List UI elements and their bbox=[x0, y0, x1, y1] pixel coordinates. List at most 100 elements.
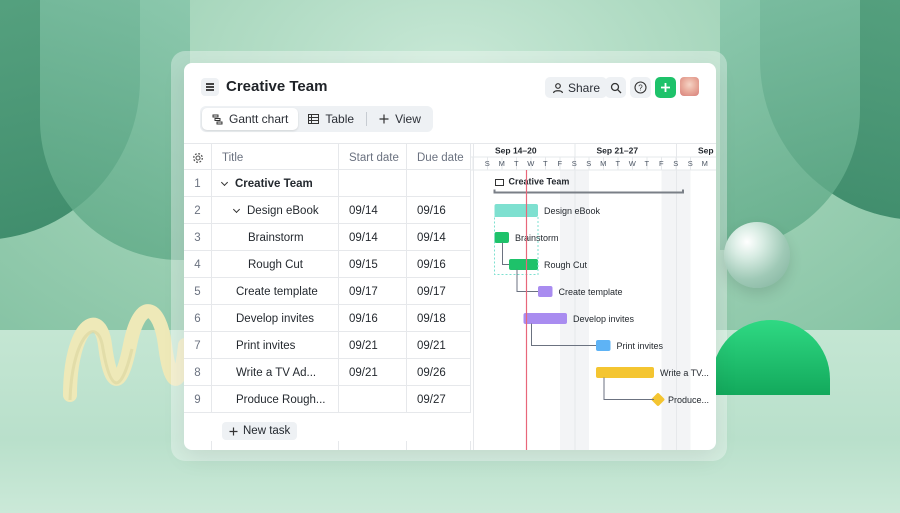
tab-label: Gantt chart bbox=[229, 112, 289, 126]
new-task-button[interactable]: New task bbox=[222, 422, 298, 440]
due-date-cell[interactable]: 09/16 bbox=[407, 251, 471, 278]
svg-text:?: ? bbox=[638, 84, 643, 93]
due-date-cell[interactable]: 09/27 bbox=[407, 386, 471, 413]
table-row[interactable]: 7 Print invites 09/21 09/21 bbox=[184, 332, 471, 359]
task-title: Design eBook bbox=[247, 204, 319, 217]
tab-divider bbox=[366, 112, 368, 126]
day-label: F bbox=[557, 159, 562, 168]
tab-table[interactable]: Table bbox=[298, 108, 364, 130]
gantt-bar-label: Create template bbox=[559, 287, 623, 297]
decor-glass-sphere bbox=[724, 222, 790, 288]
gantt-bar bbox=[494, 204, 538, 217]
due-date-cell[interactable]: 09/16 bbox=[407, 197, 471, 224]
view-tabs: Gantt chart Table View bbox=[200, 106, 433, 132]
new-task-label: New task bbox=[243, 425, 291, 437]
chevron-down-icon[interactable] bbox=[232, 205, 241, 213]
task-title: Creative Team bbox=[235, 177, 313, 190]
table-row[interactable]: 1 Creative Team bbox=[184, 170, 471, 197]
day-label: S bbox=[673, 159, 678, 168]
task-title-cell[interactable]: Design eBook bbox=[212, 197, 339, 224]
gantt-canvas: Sep 14–20Sep 21–27Sep 2SMTWTFSSMTWTFSSMC… bbox=[471, 143, 716, 450]
table-row[interactable]: 2 Design eBook 09/14 09/16 bbox=[184, 197, 471, 224]
table-row[interactable]: 5 Create template 09/17 09/17 bbox=[184, 278, 471, 305]
start-date-cell[interactable]: 09/15 bbox=[339, 251, 407, 278]
share-button[interactable]: Share bbox=[545, 77, 608, 98]
menu-button[interactable] bbox=[201, 78, 219, 96]
row-number: 9 bbox=[184, 386, 212, 413]
gantt-bar bbox=[596, 340, 611, 351]
table-row[interactable]: 6 Develop invites 09/16 09/18 bbox=[184, 305, 471, 332]
start-date-cell[interactable]: 09/17 bbox=[339, 278, 407, 305]
task-title-cell[interactable]: Produce Rough... bbox=[212, 386, 339, 413]
chevron-down-icon[interactable] bbox=[220, 178, 229, 186]
task-title: Print invites bbox=[236, 339, 296, 352]
gantt-bar-label: Design eBook bbox=[544, 206, 601, 216]
day-label: S bbox=[572, 159, 577, 168]
column-header-due-date[interactable]: Due date bbox=[407, 144, 471, 171]
task-title-cell[interactable]: Create template bbox=[212, 278, 339, 305]
gantt-bar-label: Write a TV... bbox=[660, 368, 709, 378]
start-date-cell[interactable]: 09/16 bbox=[339, 305, 407, 332]
task-title-cell[interactable]: Write a TV Ad... bbox=[212, 359, 339, 386]
start-date-cell[interactable]: 09/21 bbox=[339, 359, 407, 386]
start-date-cell[interactable]: 09/14 bbox=[339, 224, 407, 251]
day-label: T bbox=[644, 159, 649, 168]
plus-icon bbox=[229, 427, 238, 435]
gantt-bar-label: Rough Cut bbox=[544, 260, 588, 270]
task-grid: Title Start date Due date 1 Creative Team… bbox=[184, 143, 471, 450]
column-header-title[interactable]: Title bbox=[212, 144, 339, 171]
day-label: S bbox=[485, 159, 490, 168]
folder-icon bbox=[495, 179, 504, 186]
row-number: 4 bbox=[184, 251, 212, 278]
help-button[interactable]: ? bbox=[630, 77, 651, 98]
task-title: Brainstorm bbox=[248, 231, 304, 244]
day-label: T bbox=[615, 159, 620, 168]
day-label: S bbox=[688, 159, 693, 168]
week-label: Sep 21–27 bbox=[597, 146, 639, 156]
search-button[interactable] bbox=[605, 77, 626, 98]
table-row[interactable]: 8 Write a TV Ad... 09/21 09/26 bbox=[184, 359, 471, 386]
due-date-cell[interactable]: 09/18 bbox=[407, 305, 471, 332]
due-date-cell[interactable]: 09/26 bbox=[407, 359, 471, 386]
task-title-cell[interactable]: Creative Team bbox=[212, 170, 339, 197]
day-label: W bbox=[629, 159, 637, 168]
row-number: 3 bbox=[184, 224, 212, 251]
question-icon: ? bbox=[634, 81, 647, 94]
day-label: T bbox=[543, 159, 548, 168]
gantt-bar bbox=[538, 286, 553, 297]
tab-gantt-chart[interactable]: Gantt chart bbox=[202, 108, 299, 130]
table-row[interactable]: 4 Rough Cut 09/15 09/16 bbox=[184, 251, 471, 278]
due-date-cell[interactable]: 09/17 bbox=[407, 278, 471, 305]
task-title-cell[interactable]: Rough Cut bbox=[212, 251, 339, 278]
table-row[interactable]: 9 Produce Rough... 09/27 bbox=[184, 386, 471, 413]
row-number: 2 bbox=[184, 197, 212, 224]
person-icon bbox=[552, 82, 564, 93]
start-date-cell[interactable] bbox=[339, 170, 407, 197]
task-title: Write a TV Ad... bbox=[236, 366, 317, 379]
column-settings-button[interactable] bbox=[184, 144, 212, 171]
task-title-cell[interactable]: Brainstorm bbox=[212, 224, 339, 251]
gantt-bar-label: Print invites bbox=[617, 341, 664, 351]
start-date-cell[interactable]: 09/21 bbox=[339, 332, 407, 359]
day-label: T bbox=[514, 159, 519, 168]
due-date-cell[interactable]: 09/21 bbox=[407, 332, 471, 359]
gantt-icon bbox=[212, 114, 223, 124]
table-row[interactable]: 3 Brainstorm 09/14 09/14 bbox=[184, 224, 471, 251]
user-avatar[interactable] bbox=[680, 77, 699, 96]
add-button[interactable] bbox=[655, 77, 676, 98]
start-date-cell[interactable] bbox=[339, 386, 407, 413]
gantt-bar bbox=[596, 367, 654, 378]
due-date-cell[interactable]: 09/14 bbox=[407, 224, 471, 251]
due-date-cell[interactable] bbox=[407, 170, 471, 197]
column-header-start-date[interactable]: Start date bbox=[339, 144, 407, 171]
add-view-button[interactable]: View bbox=[369, 108, 431, 130]
start-date-cell[interactable]: 09/14 bbox=[339, 197, 407, 224]
gantt-bar-label: Brainstorm bbox=[515, 233, 559, 243]
task-title-cell[interactable]: Develop invites bbox=[212, 305, 339, 332]
day-label: F bbox=[659, 159, 664, 168]
hamburger-icon bbox=[206, 86, 214, 88]
row-number: 7 bbox=[184, 332, 212, 359]
task-title-cell[interactable]: Print invites bbox=[212, 332, 339, 359]
table-icon bbox=[308, 114, 320, 124]
gantt-bar bbox=[509, 259, 538, 270]
